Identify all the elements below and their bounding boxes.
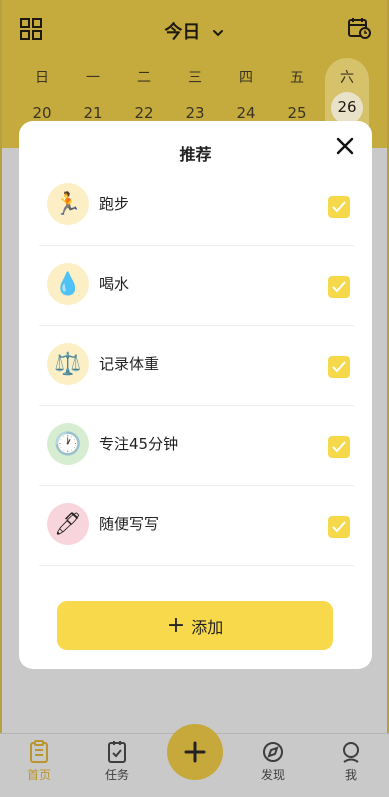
nav-item-home[interactable]: 首页 xyxy=(4,740,74,783)
add-button[interactable]: + 添加 xyxy=(57,601,333,650)
runner-icon: 🏃 xyxy=(47,183,89,225)
item-checkbox[interactable] xyxy=(328,196,350,218)
recommend-list: 🏃 跑步 💧 喝水 ⚖️ 记录体重 🕐 专注45分钟 🖊 随便写写 xyxy=(39,166,354,566)
nav-item-me[interactable]: 我 xyxy=(316,740,386,783)
weekday-label: 六 xyxy=(340,70,354,86)
floating-add-button[interactable] xyxy=(167,724,223,780)
nav-item-tasks[interactable]: 任务 xyxy=(82,740,152,783)
add-button-label: 添加 xyxy=(191,617,224,637)
check-icon xyxy=(332,441,346,453)
water-drop-icon: 💧 xyxy=(47,263,89,305)
item-checkbox[interactable] xyxy=(328,516,350,538)
list-item[interactable]: 🖊 随便写写 xyxy=(39,486,354,566)
pen-icon: 🖊 xyxy=(47,503,89,545)
item-checkbox[interactable] xyxy=(328,436,350,458)
date-number: 25 xyxy=(287,104,307,122)
date-number: 22 xyxy=(134,104,154,122)
item-label: 专注45分钟 xyxy=(99,435,179,453)
plus-icon xyxy=(184,741,206,763)
clock-icon: 🕐 xyxy=(47,423,89,465)
profile-icon xyxy=(343,742,359,763)
nav-item-discover[interactable]: 发现 xyxy=(238,740,308,783)
task-icon xyxy=(108,741,126,763)
list-item[interactable]: 🕐 专注45分钟 xyxy=(39,406,354,486)
weekday-label: 二 xyxy=(137,70,151,86)
weekday-label: 日 xyxy=(35,70,49,86)
scale-icon: ⚖️ xyxy=(47,343,89,385)
list-item[interactable]: 🏃 跑步 xyxy=(39,166,354,246)
calendar-clock-icon[interactable] xyxy=(347,16,371,40)
nav-label: 我 xyxy=(344,768,357,782)
home-doc-icon xyxy=(30,740,48,763)
plus-icon: + xyxy=(166,612,186,638)
weekday-label: 三 xyxy=(188,70,202,86)
date-number: 21 xyxy=(83,104,103,122)
weekday-label: 四 xyxy=(239,70,253,86)
nav-label: 发现 xyxy=(260,768,285,782)
date-number: 23 xyxy=(185,104,205,122)
compass-icon xyxy=(263,742,283,762)
date-number: 24 xyxy=(236,104,256,122)
page-title: 今日 xyxy=(164,22,201,43)
left-border xyxy=(0,0,2,797)
item-label: 跑步 xyxy=(99,195,130,213)
date-title-dropdown[interactable]: 今日 xyxy=(0,18,389,44)
date-number: 26 xyxy=(337,98,357,116)
check-icon xyxy=(332,201,346,213)
modal-title: 推荐 xyxy=(179,145,212,164)
close-icon[interactable] xyxy=(332,133,358,159)
nav-label: 任务 xyxy=(104,768,129,782)
list-item[interactable]: 💧 喝水 xyxy=(39,246,354,326)
item-checkbox[interactable] xyxy=(328,356,350,378)
date-number: 20 xyxy=(32,104,52,122)
item-label: 记录体重 xyxy=(99,355,160,373)
check-icon xyxy=(332,521,346,533)
recommend-modal: 推荐 🏃 跑步 💧 喝水 ⚖️ 记录体重 🕐 专注45分钟 🖊 随便写写 + 添… xyxy=(19,121,372,669)
check-icon xyxy=(332,361,346,373)
nav-label: 首页 xyxy=(26,768,51,782)
check-icon xyxy=(332,281,346,293)
chevron-down-icon xyxy=(212,30,223,37)
item-label: 喝水 xyxy=(99,275,130,293)
item-checkbox[interactable] xyxy=(328,276,350,298)
list-item[interactable]: ⚖️ 记录体重 xyxy=(39,326,354,406)
weekday-label: 一 xyxy=(86,70,100,86)
weekday-label: 五 xyxy=(290,70,304,86)
item-label: 随便写写 xyxy=(99,515,160,533)
